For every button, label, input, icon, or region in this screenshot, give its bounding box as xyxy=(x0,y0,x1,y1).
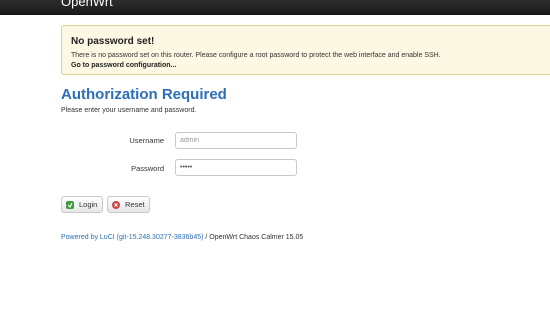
login-icon xyxy=(66,200,74,209)
login-button-label: Login xyxy=(79,200,98,209)
login-button[interactable]: Login xyxy=(61,196,103,213)
no-password-alert: No password set! There is no password se… xyxy=(61,25,550,75)
firmware-version: OpenWrt Chaos Calmer 15.05 xyxy=(209,234,304,241)
password-field[interactable] xyxy=(175,159,297,176)
password-config-link[interactable]: Go to password configuration... xyxy=(71,62,176,69)
reset-button[interactable]: Reset xyxy=(107,196,150,213)
username-label: Username xyxy=(129,136,164,145)
username-field[interactable] xyxy=(175,132,297,149)
reset-button-label: Reset xyxy=(125,200,145,209)
footer: Powered by LuCI (git-15.248.30277-3836b4… xyxy=(61,234,303,241)
password-label: Password xyxy=(131,164,164,173)
luci-link[interactable]: Powered by LuCI (git-15.248.30277-3836b4… xyxy=(61,234,203,241)
alert-title: No password set! xyxy=(71,36,155,47)
alert-text: There is no password set on this router.… xyxy=(71,52,441,59)
page-title: Authorization Required xyxy=(61,86,227,103)
reset-icon xyxy=(112,200,120,209)
top-navbar: OpenWrt xyxy=(0,0,550,15)
brand-title[interactable]: OpenWrt xyxy=(61,0,113,9)
page-subtitle: Please enter your username and password. xyxy=(61,107,197,114)
